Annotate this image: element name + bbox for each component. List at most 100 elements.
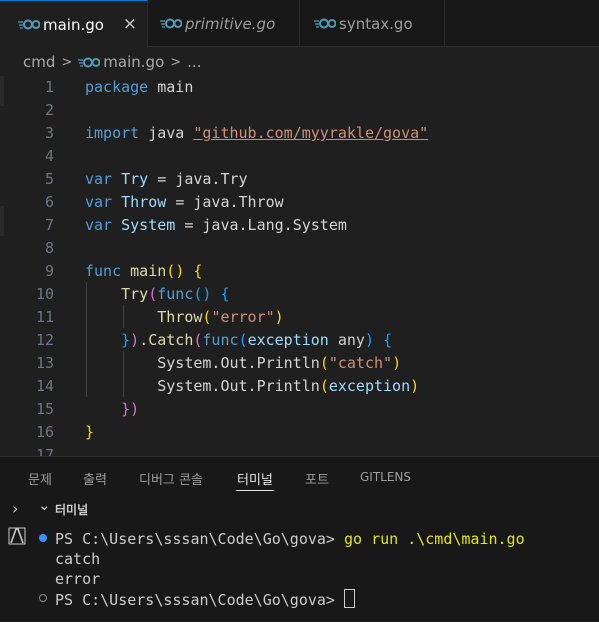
line-number: 1 xyxy=(44,78,54,96)
go-file-icon xyxy=(160,18,182,29)
tab-primitive-go[interactable]: primitive.go xyxy=(148,0,300,47)
terminal-output[interactable]: PS C:\Users\sssan\Code\Go\gova> go run .… xyxy=(0,527,599,622)
import-path-link[interactable]: "github.com/myyrakle/gova" xyxy=(193,124,428,142)
tab-terminal[interactable]: 터미널 xyxy=(237,469,273,488)
token: .Catch xyxy=(139,331,194,349)
terminal-line: catch xyxy=(55,550,101,568)
line-number: 14 xyxy=(35,377,54,395)
token: } xyxy=(121,331,131,349)
prompt: PS C:\Users\sssan\Code\Go\gova> xyxy=(55,530,344,548)
code-line: 9 func main() { xyxy=(0,260,599,283)
token: package xyxy=(85,78,149,96)
tab-debug-console[interactable]: 디버그 콘솔 xyxy=(139,469,203,488)
token: ) xyxy=(175,262,185,280)
tab-output[interactable]: 출력 xyxy=(83,469,107,488)
token: = xyxy=(184,216,194,234)
token: exception xyxy=(328,377,411,395)
token: var xyxy=(85,170,113,188)
code-line: 11 Throw("error") xyxy=(0,306,599,329)
line-number: 9 xyxy=(44,262,54,280)
terminal-line: PS C:\Users\sssan\Code\Go\gova> go run .… xyxy=(55,529,525,549)
token: { xyxy=(220,285,230,303)
breadcrumb: cmd > main.go > ... xyxy=(0,48,599,76)
go-file-icon xyxy=(314,18,336,29)
token: Try xyxy=(121,170,149,188)
chevron-right-icon: > xyxy=(170,54,182,70)
chevron-right-icon: > xyxy=(61,54,73,70)
terminal-line: error xyxy=(55,570,101,588)
code-line: 12 }).Catch(func(exception any) { xyxy=(0,329,599,352)
code-line: 15 }) xyxy=(0,398,599,421)
tab-label: main.go xyxy=(43,15,104,34)
token: exception xyxy=(247,331,329,349)
command-success-dot-icon[interactable] xyxy=(39,534,47,542)
breadcrumb-file[interactable]: main.go xyxy=(103,53,164,71)
bottom-panel: 문제 출력 디버그 콘솔 터미널 포트 GITLENS › ⌄ 터미널 PS C… xyxy=(0,456,599,621)
tab-syntax-go[interactable]: syntax.go xyxy=(300,0,445,47)
command-pending-dot-icon[interactable] xyxy=(39,594,47,602)
go-file-icon xyxy=(18,19,40,30)
line-number: 11 xyxy=(35,308,54,326)
line-number: 4 xyxy=(44,147,54,165)
panel-tabs: 문제 출력 디버그 콘솔 터미널 포트 GITLENS xyxy=(0,457,599,497)
token: ) xyxy=(364,331,374,349)
breadcrumb-folder[interactable]: cmd xyxy=(23,53,55,71)
token: ( xyxy=(319,354,329,372)
code-line: 13 System.Out.Println("catch") xyxy=(0,352,599,375)
token: var xyxy=(85,193,113,211)
terminal-section-title: 터미널 xyxy=(55,503,89,517)
code-line: 14 System.Out.Println(exception) xyxy=(0,375,599,398)
chevron-right-icon[interactable]: › xyxy=(12,499,18,518)
token: ( xyxy=(319,377,329,395)
prompt: PS C:\Users\sssan\Code\Go\gova> xyxy=(55,591,344,609)
token: = xyxy=(157,170,167,188)
line-number: 3 xyxy=(44,124,54,142)
chevron-down-icon[interactable]: ⌄ xyxy=(38,496,51,514)
code-line: 8 xyxy=(0,237,599,260)
code-line: 4 xyxy=(0,145,599,168)
line-number: 15 xyxy=(35,400,54,418)
code-line: 2 xyxy=(0,99,599,122)
token: Throw xyxy=(121,193,167,211)
token: java xyxy=(148,124,185,142)
close-icon[interactable]: × xyxy=(123,14,137,34)
token: System.Out.Println xyxy=(157,354,320,372)
token: System xyxy=(121,216,176,234)
code-editor[interactable]: 1 package main 2 3 import java "github.com… xyxy=(0,76,599,464)
tab-label: syntax.go xyxy=(339,14,413,33)
token: { xyxy=(193,262,203,280)
token: var xyxy=(85,216,113,234)
token: = xyxy=(175,193,185,211)
terminal-cursor xyxy=(343,589,355,608)
breadcrumb-more[interactable]: ... xyxy=(187,53,201,71)
token: java.Try xyxy=(175,170,248,188)
tab-ports[interactable]: 포트 xyxy=(305,469,329,488)
token: func xyxy=(85,262,122,280)
token: main xyxy=(130,262,167,280)
token: func xyxy=(202,331,239,349)
token: ) xyxy=(410,377,420,395)
token: "error" xyxy=(211,308,275,326)
command: go run .\cmd\main.go xyxy=(343,530,525,548)
token: Throw xyxy=(157,308,203,326)
code-line: 7 var System = java.Lang.System xyxy=(0,214,599,237)
token: Try xyxy=(121,285,149,303)
line-number: 12 xyxy=(35,331,54,349)
line-number: 16 xyxy=(35,423,54,441)
token: ) xyxy=(392,354,402,372)
active-tab-indicator xyxy=(236,490,274,491)
go-file-icon xyxy=(78,57,101,68)
code-line: 16} xyxy=(0,421,599,444)
token: import xyxy=(85,124,140,142)
tab-main-go[interactable]: main.go × xyxy=(0,0,148,48)
tab-problems[interactable]: 문제 xyxy=(28,469,52,488)
token: java.Throw xyxy=(193,193,284,211)
token: { xyxy=(383,331,393,349)
tab-gitlens[interactable]: GITLENS xyxy=(360,470,411,484)
tab-label: primitive.go xyxy=(185,14,276,33)
token: any xyxy=(337,331,365,349)
terminal-section-header[interactable]: › ⌄ 터미널 xyxy=(0,496,599,519)
line-number: 10 xyxy=(35,285,54,303)
line-number: 6 xyxy=(44,193,54,211)
code-line: 1 package main xyxy=(0,76,599,99)
